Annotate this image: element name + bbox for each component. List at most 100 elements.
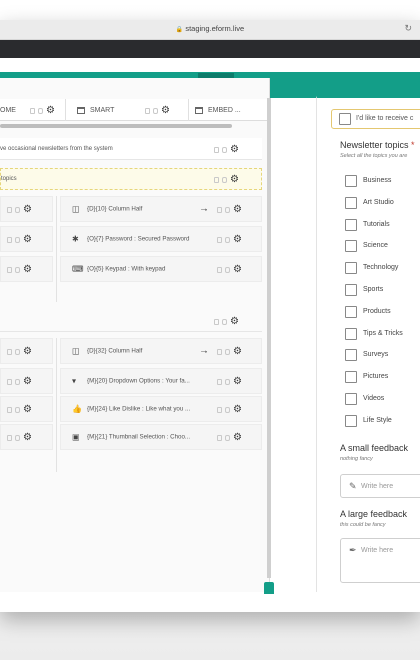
field-thumbnail-selection[interactable]: ▣ {M}{21} Thumbnail Selection : Choo... … [60,424,262,450]
left-column-cell[interactable]: ⚙ [0,424,53,450]
gear-icon[interactable]: ⚙ [23,377,32,387]
topic-option[interactable]: Products [345,306,420,320]
copy-icon[interactable] [225,435,230,441]
copy-icon[interactable] [15,267,20,273]
element-row-newsletter[interactable]: ve occasional newsletters from the syste… [0,138,262,160]
topic-checkbox[interactable] [345,240,357,252]
gear-icon[interactable]: ⚙ [23,265,32,275]
consent-checkbox[interactable] [339,113,351,125]
gear-icon[interactable]: ⚙ [233,433,242,443]
topic-option[interactable]: Surveys [345,349,420,363]
copy-icon[interactable] [225,407,230,413]
trash-icon[interactable] [30,108,35,114]
copy-icon[interactable] [225,237,230,243]
topic-checkbox[interactable] [345,328,357,340]
trash-icon[interactable] [217,267,222,273]
element-row-topics[interactable]: topics ⚙ [0,168,262,190]
trash-icon[interactable] [217,349,222,355]
element-row-group[interactable]: ⚙ [0,310,262,332]
topic-checkbox[interactable] [345,175,357,187]
topic-checkbox[interactable] [345,415,357,427]
tab-embed[interactable]: EMBED ... [189,99,268,121]
topic-checkbox[interactable] [345,197,357,209]
topic-option[interactable]: Pictures [345,371,420,385]
gear-icon[interactable]: ⚙ [233,205,242,215]
address-bar[interactable]: 🔒 staging.eform.live [0,24,420,33]
left-column-cell[interactable]: ⚙ [0,226,53,252]
left-column-cell[interactable]: ⚙ [0,338,53,364]
reload-icon[interactable]: ↻ [404,23,412,34]
trash-icon[interactable] [214,147,219,153]
left-column-cell[interactable]: ⚙ [0,368,53,394]
topic-checkbox[interactable] [345,371,357,383]
copy-icon[interactable] [15,407,20,413]
arrow-right-icon[interactable]: → [199,204,209,215]
trash-icon[interactable] [7,267,12,273]
trash-icon[interactable] [217,237,222,243]
copy-icon[interactable] [225,379,230,385]
field-column-half[interactable]: ◫ {D}{32} Column Half → ⚙ [60,338,262,364]
gear-icon[interactable]: ⚙ [233,265,242,275]
consent-checkbox-row[interactable]: I'd like to receive c [331,109,420,129]
trash-icon[interactable] [7,237,12,243]
topic-checkbox[interactable] [345,262,357,274]
topic-option[interactable]: Sports [345,284,420,298]
copy-icon[interactable] [222,177,227,183]
horizontal-scrollbar[interactable] [0,124,232,128]
topic-checkbox[interactable] [345,284,357,296]
trash-icon[interactable] [217,207,222,213]
copy-icon[interactable] [153,108,158,114]
gear-icon[interactable]: ⚙ [161,106,170,116]
copy-icon[interactable] [15,349,20,355]
topic-option[interactable]: Technology [345,262,420,276]
tab-home[interactable]: OME ⚙ [0,99,66,121]
copy-icon[interactable] [222,319,227,325]
trash-icon[interactable] [214,177,219,183]
panel-resize-handle[interactable] [264,582,274,594]
topic-option[interactable]: Science [345,240,420,254]
topic-option[interactable]: Art Studio [345,197,420,211]
gear-icon[interactable]: ⚙ [23,433,32,443]
gear-icon[interactable]: ⚙ [46,106,55,116]
copy-icon[interactable] [225,267,230,273]
copy-icon[interactable] [15,207,20,213]
left-column-cell[interactable]: ⚙ [0,396,53,422]
copy-icon[interactable] [225,207,230,213]
topic-option[interactable]: Videos [345,393,420,407]
vertical-scrollbar[interactable] [267,98,271,578]
copy-icon[interactable] [38,108,43,114]
gear-icon[interactable]: ⚙ [233,235,242,245]
trash-icon[interactable] [7,435,12,441]
gear-icon[interactable]: ⚙ [23,347,32,357]
large-feedback-textarea[interactable]: ✒ Write here [340,538,420,583]
copy-icon[interactable] [222,147,227,153]
trash-icon[interactable] [217,379,222,385]
copy-icon[interactable] [15,435,20,441]
topic-option[interactable]: Tips & Tricks [345,328,420,342]
gear-icon[interactable]: ⚙ [23,205,32,215]
topic-option[interactable]: Tutorials [345,219,420,233]
trash-icon[interactable] [214,319,219,325]
field-keypad[interactable]: ⌨ {O}{5} Keypad : With keypad ⚙ [60,256,262,282]
topic-checkbox[interactable] [345,306,357,318]
trash-icon[interactable] [7,407,12,413]
topic-checkbox[interactable] [345,219,357,231]
left-column-cell[interactable]: ⚙ [0,256,53,282]
small-feedback-input[interactable]: ✎ Write here [340,474,420,498]
topic-checkbox[interactable] [345,393,357,405]
field-dropdown[interactable]: ▾ {M}{20} Dropdown Options : Your fa... … [60,368,262,394]
gear-icon[interactable]: ⚙ [230,175,239,185]
topic-checkbox[interactable] [345,349,357,361]
trash-icon[interactable] [217,407,222,413]
field-column-half[interactable]: ◫ {D}{10} Column Half → ⚙ [60,196,262,222]
tab-smart[interactable]: SMART ⚙ [71,99,189,121]
topic-option[interactable]: Business [345,175,420,189]
gear-icon[interactable]: ⚙ [23,235,32,245]
left-column-cell[interactable]: ⚙ [0,196,53,222]
arrow-right-icon[interactable]: → [199,346,209,357]
copy-icon[interactable] [15,237,20,243]
gear-icon[interactable]: ⚙ [230,317,239,327]
copy-icon[interactable] [15,379,20,385]
gear-icon[interactable]: ⚙ [23,405,32,415]
topic-option[interactable]: Life Style [345,415,420,429]
